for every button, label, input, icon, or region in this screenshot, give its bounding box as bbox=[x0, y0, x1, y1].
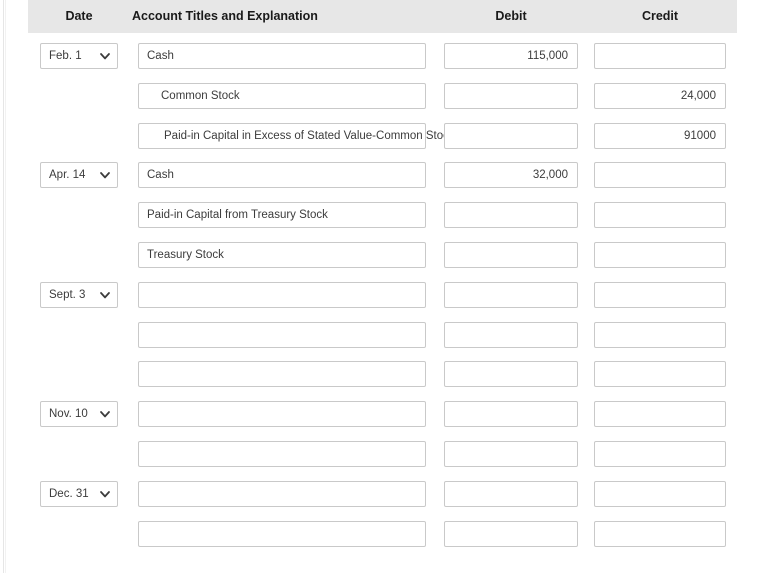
table-row: Sept. 3 bbox=[0, 281, 769, 308]
debit-input-10[interactable] bbox=[444, 441, 578, 467]
credit-input-3[interactable] bbox=[594, 162, 726, 189]
table-row: Paid-in Capital from Treasury Stock bbox=[0, 202, 769, 229]
account-title-input-9[interactable] bbox=[138, 401, 426, 428]
account-title-input-7[interactable] bbox=[138, 321, 426, 348]
credit-input-0[interactable] bbox=[594, 43, 726, 69]
account-title-value: Treasury Stock bbox=[147, 249, 224, 261]
account-title-input-6[interactable] bbox=[138, 281, 426, 308]
chevron-down-icon bbox=[99, 408, 111, 420]
date-select-9[interactable]: Nov. 10 bbox=[40, 401, 118, 428]
credit-value: 24,000 bbox=[680, 89, 716, 102]
account-title-value: Paid-in Capital in Excess of Stated Valu… bbox=[164, 129, 455, 142]
column-header-credit: Credit bbox=[641, 9, 679, 23]
account-title-input-10[interactable] bbox=[138, 441, 426, 467]
chevron-down-icon bbox=[99, 50, 111, 62]
date-select-label: Feb. 1 bbox=[49, 50, 82, 62]
debit-input-2[interactable] bbox=[444, 122, 578, 149]
date-select-label: Sept. 3 bbox=[49, 288, 86, 301]
table-row bbox=[0, 520, 769, 547]
credit-input-5[interactable] bbox=[594, 242, 726, 268]
debit-input-5[interactable] bbox=[444, 242, 578, 268]
debit-input-11[interactable] bbox=[444, 480, 578, 507]
table-row: Paid-in Capital in Excess of Stated Valu… bbox=[0, 122, 769, 149]
debit-input-12[interactable] bbox=[444, 520, 578, 547]
account-title-value: Paid-in Capital from Treasury Stock bbox=[147, 209, 328, 222]
table-row bbox=[0, 361, 769, 388]
account-title-input-11[interactable] bbox=[138, 480, 426, 507]
credit-input-2[interactable]: 91000 bbox=[594, 122, 726, 149]
credit-input-4[interactable] bbox=[594, 202, 726, 229]
table-row: Apr. 14 Cash 32,000 bbox=[0, 162, 769, 189]
table-row bbox=[0, 441, 769, 467]
account-title-input-12[interactable] bbox=[138, 520, 426, 547]
column-header-account: Account Titles and Explanation bbox=[132, 9, 318, 23]
debit-input-4[interactable] bbox=[444, 202, 578, 229]
chevron-down-icon bbox=[99, 169, 111, 181]
table-row: Dec. 31 bbox=[0, 480, 769, 507]
credit-input-11[interactable] bbox=[594, 480, 726, 507]
account-title-value: Cash bbox=[147, 169, 174, 182]
account-title-input-3[interactable]: Cash bbox=[138, 162, 426, 189]
date-select-6[interactable]: Sept. 3 bbox=[40, 281, 118, 308]
account-title-value: Cash bbox=[147, 50, 174, 62]
account-title-input-8[interactable] bbox=[138, 361, 426, 388]
table-row: Common Stock 24,000 bbox=[0, 82, 769, 109]
debit-input-1[interactable] bbox=[444, 82, 578, 109]
table-row bbox=[0, 321, 769, 348]
account-title-value: Common Stock bbox=[161, 89, 240, 102]
credit-input-10[interactable] bbox=[594, 441, 726, 467]
journal-entry-worksheet: Date Account Titles and Explanation Debi… bbox=[0, 0, 769, 573]
date-select-0[interactable]: Feb. 1 bbox=[40, 43, 118, 69]
credit-input-12[interactable] bbox=[594, 520, 726, 547]
debit-input-9[interactable] bbox=[444, 401, 578, 428]
table-row: Nov. 10 bbox=[0, 401, 769, 428]
debit-value: 115,000 bbox=[527, 50, 568, 62]
debit-input-7[interactable] bbox=[444, 321, 578, 348]
column-header-debit: Debit bbox=[495, 9, 527, 23]
chevron-down-icon bbox=[99, 488, 111, 500]
account-title-input-5[interactable]: Treasury Stock bbox=[138, 242, 426, 268]
credit-input-7[interactable] bbox=[594, 321, 726, 348]
credit-input-6[interactable] bbox=[594, 281, 726, 308]
chevron-down-icon bbox=[99, 289, 111, 301]
debit-input-0[interactable]: 115,000 bbox=[444, 43, 578, 69]
date-select-label: Apr. 14 bbox=[49, 169, 86, 182]
date-select-11[interactable]: Dec. 31 bbox=[40, 480, 118, 507]
table-row: Treasury Stock bbox=[0, 242, 769, 268]
credit-value: 91000 bbox=[684, 129, 716, 142]
table-row: Feb. 1 Cash 115,000 bbox=[0, 43, 769, 69]
account-title-input-0[interactable]: Cash bbox=[138, 43, 426, 69]
date-select-label: Nov. 10 bbox=[49, 408, 88, 421]
date-select-3[interactable]: Apr. 14 bbox=[40, 162, 118, 189]
debit-input-3[interactable]: 32,000 bbox=[444, 162, 578, 189]
debit-value: 32,000 bbox=[532, 169, 568, 182]
credit-input-1[interactable]: 24,000 bbox=[594, 82, 726, 109]
account-title-input-2[interactable]: Paid-in Capital in Excess of Stated Valu… bbox=[138, 122, 455, 149]
debit-input-8[interactable] bbox=[444, 361, 578, 388]
credit-input-9[interactable] bbox=[594, 401, 726, 428]
account-title-input-1[interactable]: Common Stock bbox=[138, 82, 426, 109]
credit-input-8[interactable] bbox=[594, 361, 726, 388]
column-header-date: Date bbox=[65, 9, 93, 23]
date-select-label: Dec. 31 bbox=[49, 487, 89, 500]
debit-input-6[interactable] bbox=[444, 281, 578, 308]
account-title-input-4[interactable]: Paid-in Capital from Treasury Stock bbox=[138, 202, 426, 229]
